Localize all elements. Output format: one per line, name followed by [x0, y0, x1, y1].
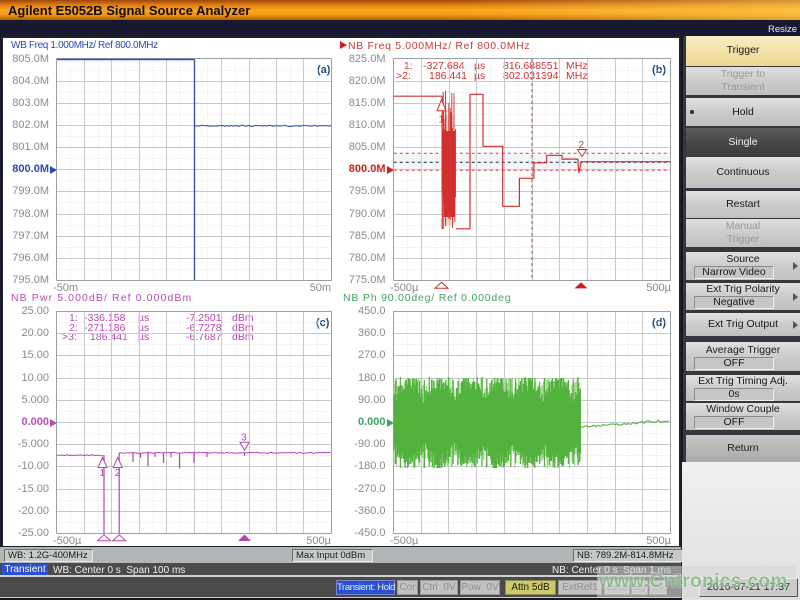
- svg-text:2: 2: [579, 140, 585, 151]
- svg-text:3: 3: [241, 433, 247, 444]
- svg-text:1: 1: [439, 115, 445, 126]
- svg-text:2: 2: [115, 468, 121, 479]
- svg-text:1: 1: [100, 468, 106, 479]
